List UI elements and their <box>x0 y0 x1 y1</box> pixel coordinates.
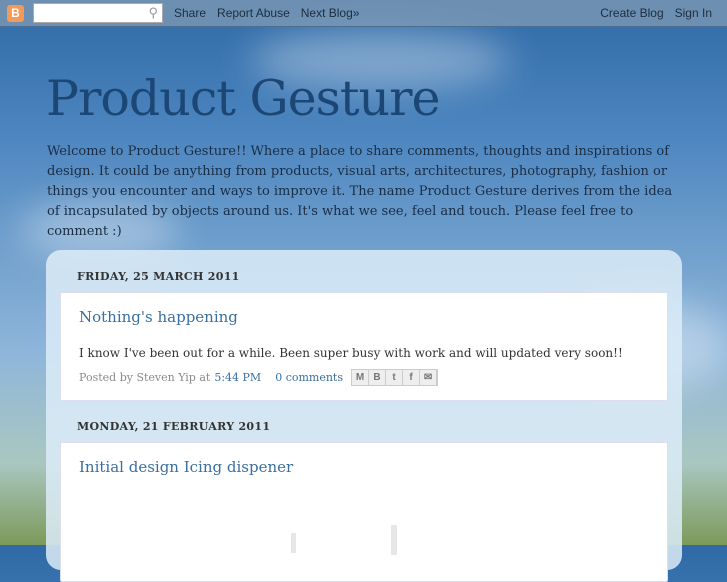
post: Nothing's happening I know I've been out… <box>60 292 668 401</box>
facebook-icon[interactable]: f <box>403 370 421 385</box>
post-date: MONDAY, 21 FEBRUARY 2011 <box>77 420 271 433</box>
buzz-icon[interactable]: ✉ <box>420 370 438 385</box>
search-icon[interactable]: ⚲ <box>148 5 158 21</box>
share-buttons: M B t f ✉ <box>351 369 439 386</box>
post-time-link[interactable]: 5:44 PM <box>214 371 261 384</box>
post-body: I know I've been out for a while. Been s… <box>79 346 623 360</box>
search-input[interactable]: ⚲ <box>33 3 163 23</box>
blogger-logo-icon[interactable]: B <box>7 4 24 22</box>
twitter-icon[interactable]: t <box>386 370 404 385</box>
share-link[interactable]: Share <box>174 6 206 20</box>
post-date: FRIDAY, 25 MARCH 2011 <box>77 270 240 283</box>
post-footer: Posted by Steven Yip at 5:44 PM 0 commen… <box>79 369 439 386</box>
blog-description: Welcome to Product Gesture!! Where a pla… <box>47 144 673 239</box>
comments-link[interactable]: 0 comments <box>275 371 343 384</box>
post-image <box>391 525 397 555</box>
sign-in-link[interactable]: Sign In <box>675 6 712 20</box>
post-title[interactable]: Initial design Icing dispener <box>79 458 293 476</box>
posted-by: Posted by Steven Yip at <box>79 371 211 384</box>
post-image <box>291 533 296 553</box>
main-content: FRIDAY, 25 MARCH 2011 Nothing's happenin… <box>46 250 682 582</box>
next-blog-link[interactable]: Next Blog» <box>301 6 360 20</box>
blog-title[interactable]: Product Gesture <box>46 70 440 127</box>
navbar: B ⚲ Share Report Abuse Next Blog» Create B… <box>0 0 727 27</box>
create-blog-link[interactable]: Create Blog <box>600 6 663 20</box>
report-abuse-link[interactable]: Report Abuse <box>217 6 290 20</box>
post-title[interactable]: Nothing's happening <box>79 308 238 326</box>
email-icon[interactable]: M <box>352 370 370 385</box>
post: Initial design Icing dispener <box>60 442 668 582</box>
blogthis-icon[interactable]: B <box>369 370 387 385</box>
